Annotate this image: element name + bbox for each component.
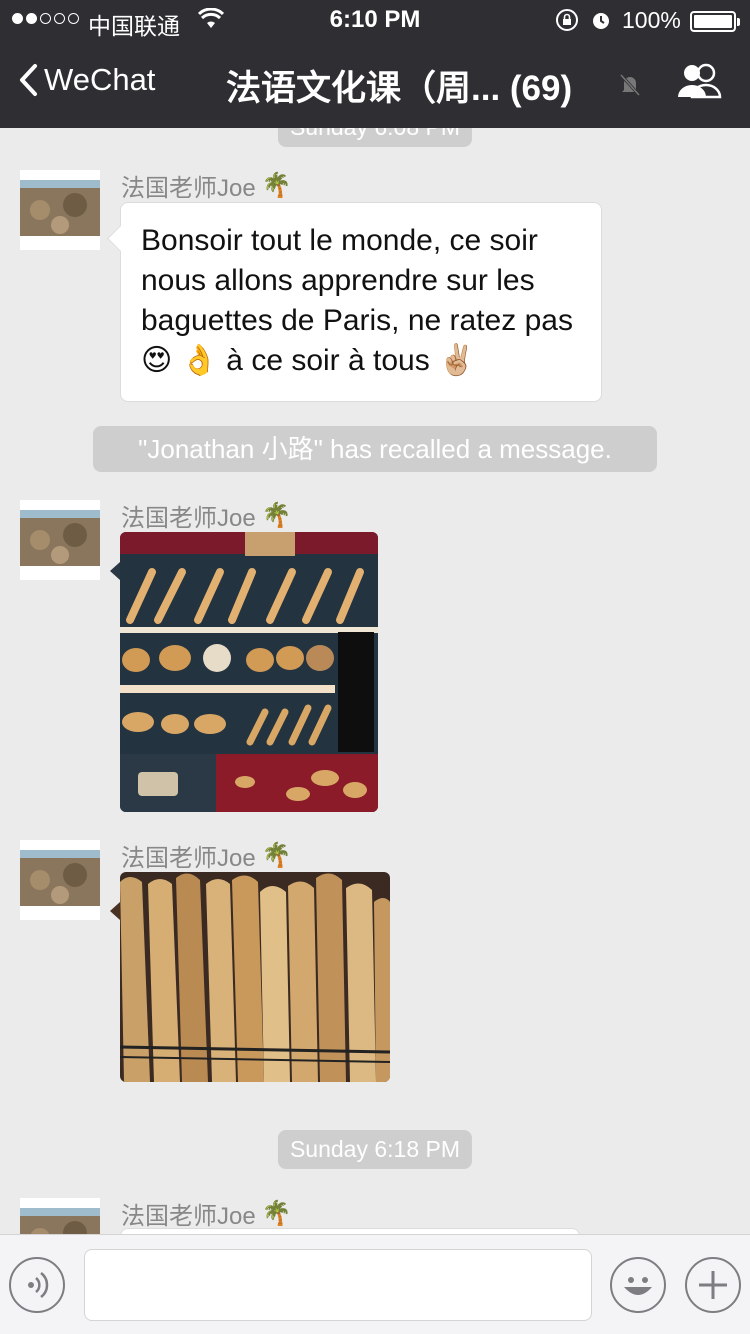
more-button[interactable]: [685, 1257, 741, 1313]
input-toolbar: [0, 1234, 750, 1334]
status-bar: 中国联通 6:10 PM 100%: [0, 0, 750, 40]
members-icon: [678, 63, 722, 99]
chat-area[interactable]: Sunday 6:08 PM 法国老师Joe🌴 Bonsoir tout le …: [0, 128, 750, 1234]
palm-tree-emoji: 🌴: [261, 1200, 292, 1227]
smiley-icon: [624, 1277, 652, 1295]
alarm-icon: [589, 8, 613, 38]
message-input[interactable]: [84, 1249, 592, 1321]
avatar[interactable]: [20, 500, 100, 580]
chat-title: 法语文化课（周... (69): [226, 69, 573, 108]
rotation-lock-icon: [555, 8, 579, 38]
sender-name: 法国老师Joe 🌴: [121, 1200, 292, 1230]
baguettes-photo-image: [120, 872, 390, 1082]
chevron-left-icon: [20, 64, 37, 96]
back-label: WeChat: [44, 62, 156, 97]
image-message[interactable]: [120, 532, 378, 812]
navigation-bar: WeChat 法语文化课（周... (69): [0, 40, 750, 128]
palm-tree-emoji: 🌴: [261, 502, 292, 529]
sender-name: 法国老师Joe 🌴: [121, 842, 292, 872]
battery-icon: [690, 11, 740, 32]
avatar[interactable]: [20, 1198, 100, 1234]
mute-icon: [618, 72, 642, 103]
palm-tree-emoji: 🌴: [261, 842, 292, 869]
bread-poster-image: [120, 532, 378, 812]
voice-button[interactable]: [9, 1257, 65, 1313]
image-message[interactable]: [120, 872, 390, 1082]
image-bubble-tail: [110, 562, 120, 580]
avatar[interactable]: [20, 170, 100, 250]
top-bar: 中国联通 6:10 PM 100% WeChat 法语文化课（周... (69): [0, 0, 750, 128]
timestamp-label: Sunday 6:08 PM: [277, 128, 473, 147]
sender-name: 法国老师Joe 🌴: [121, 502, 292, 532]
voice-icon: [28, 1272, 49, 1298]
text-message-bubble[interactable]: Bonsoir tout le monde, ce soir nous allo…: [120, 202, 602, 402]
avatar[interactable]: [20, 840, 100, 920]
plus-icon: [699, 1271, 727, 1299]
system-notice: "Jonathan 小路" has recalled a message.: [93, 426, 657, 472]
timestamp-label: Sunday 6:18 PM: [277, 1130, 473, 1169]
palm-tree-emoji: 🌴: [261, 172, 292, 199]
group-members-button[interactable]: [676, 62, 724, 105]
sender-name: 法国老师Joe 🌴: [121, 172, 292, 202]
image-bubble-tail: [110, 902, 120, 920]
back-button[interactable]: WeChat: [18, 62, 155, 98]
emoji-button[interactable]: [610, 1257, 666, 1313]
battery-percentage: 100%: [622, 7, 681, 33]
